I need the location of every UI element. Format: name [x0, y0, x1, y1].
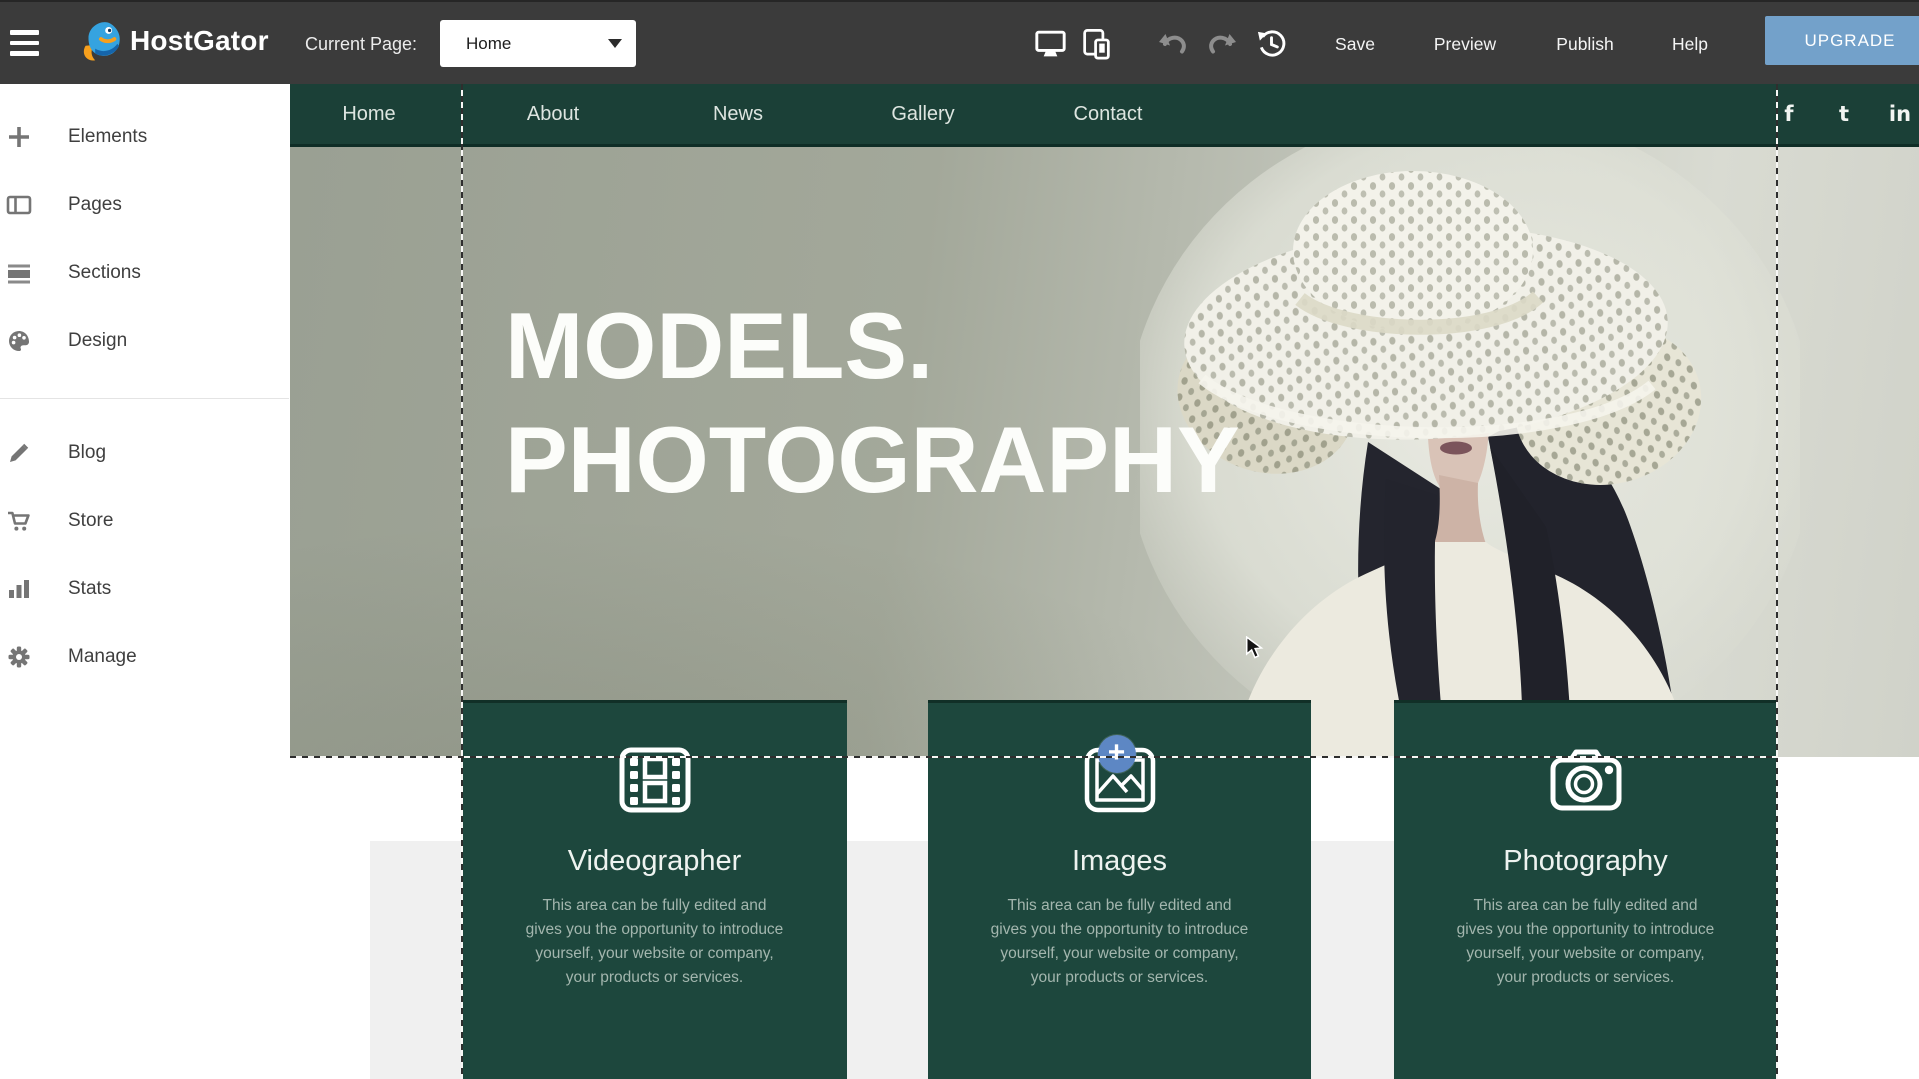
card-title: Photography	[1503, 845, 1667, 878]
sidebar-item-blog[interactable]: Blog	[0, 427, 289, 479]
redo-icon[interactable]	[1207, 2, 1237, 86]
current-page-label: Current Page:	[305, 2, 417, 86]
cart-icon	[5, 508, 32, 535]
selection-outline-bottom	[290, 756, 1778, 758]
hero-title[interactable]: MODELS. PHOTOGRAPHY	[505, 289, 1240, 516]
plus-icon: +	[1108, 738, 1126, 768]
sidebar-item-label: Blog	[68, 442, 106, 464]
bar-chart-icon	[5, 576, 32, 603]
page-selector-value: Home	[466, 34, 608, 54]
selection-outline-left	[461, 84, 463, 1079]
site-preview-canvas: Home About News Gallery Contact f t in	[290, 84, 1919, 1079]
editor-sidebar: Elements Pages Sections Design Blog	[0, 84, 289, 1079]
site-nav-home[interactable]: Home	[342, 84, 395, 144]
top-toolbar: HostGator Current Page: Home Save Previe…	[0, 0, 1919, 84]
pencil-icon	[5, 440, 32, 467]
card-body: This area can be fully edited and gives …	[524, 894, 786, 990]
sidebar-item-manage[interactable]: Manage	[0, 631, 289, 683]
sidebar-item-label: Manage	[68, 646, 137, 668]
history-icon[interactable]	[1254, 2, 1288, 86]
sidebar-item-store[interactable]: Store	[0, 495, 289, 547]
sidebar-item-label: Store	[68, 510, 113, 532]
site-nav-gallery[interactable]: Gallery	[891, 84, 954, 144]
preview-button[interactable]: Preview	[1434, 2, 1496, 86]
site-nav-bar: Home About News Gallery Contact f t in	[290, 84, 1919, 147]
menu-icon[interactable]	[10, 30, 40, 57]
hero-title-line-1: MODELS.	[505, 289, 1240, 403]
sections-icon	[5, 260, 32, 287]
site-nav-about[interactable]: About	[527, 84, 579, 144]
linkedin-icon[interactable]: in	[1889, 84, 1911, 144]
save-button[interactable]: Save	[1335, 2, 1375, 86]
sidebar-item-label: Design	[68, 330, 127, 352]
card-body: This area can be fully edited and gives …	[989, 894, 1251, 990]
card-body: This area can be fully edited and gives …	[1455, 894, 1717, 990]
hero-section[interactable]: MODELS. PHOTOGRAPHY	[290, 147, 1919, 757]
card-title: Videographer	[568, 845, 742, 878]
hostgator-builder-window: HostGator Current Page: Home Save Previe…	[0, 0, 1919, 1079]
undo-icon[interactable]	[1158, 2, 1188, 86]
desktop-preview-icon[interactable]	[1033, 2, 1067, 86]
twitter-icon[interactable]: t	[1839, 84, 1849, 144]
sidebar-item-elements[interactable]: Elements	[0, 111, 289, 163]
brand-name: HostGator	[130, 25, 269, 57]
site-nav-contact[interactable]: Contact	[1074, 84, 1143, 144]
sidebar-item-label: Elements	[68, 126, 147, 148]
help-button[interactable]: Help	[1672, 2, 1708, 86]
hostgator-logo: HostGator	[76, 16, 269, 66]
hero-title-line-2: PHOTOGRAPHY	[505, 403, 1240, 517]
mobile-preview-icon[interactable]	[1079, 2, 1113, 86]
sidebar-item-stats[interactable]: Stats	[0, 563, 289, 615]
chevron-down-icon	[608, 39, 622, 48]
selection-outline-right	[1776, 84, 1778, 1079]
pages-icon	[5, 192, 32, 219]
mouse-cursor	[1245, 636, 1267, 660]
gear-icon	[5, 644, 32, 671]
sidebar-item-pages[interactable]: Pages	[0, 179, 289, 231]
page-selector[interactable]: Home	[440, 20, 636, 67]
site-nav-news[interactable]: News	[713, 84, 763, 144]
sidebar-item-design[interactable]: Design	[0, 315, 289, 367]
upgrade-button[interactable]: UPGRADE	[1765, 16, 1919, 65]
facebook-icon[interactable]: f	[1784, 84, 1793, 144]
plus-icon	[5, 124, 32, 151]
publish-button[interactable]: Publish	[1556, 2, 1613, 86]
sidebar-divider	[0, 398, 289, 399]
palette-icon	[5, 328, 32, 355]
sidebar-item-sections[interactable]: Sections	[0, 247, 289, 299]
sidebar-item-label: Sections	[68, 262, 141, 284]
sidebar-item-label: Stats	[68, 578, 111, 600]
card-title: Images	[1072, 845, 1167, 878]
add-image-badge[interactable]: +	[1097, 735, 1135, 773]
gator-mark-icon	[76, 16, 124, 66]
sidebar-item-label: Pages	[68, 194, 122, 216]
